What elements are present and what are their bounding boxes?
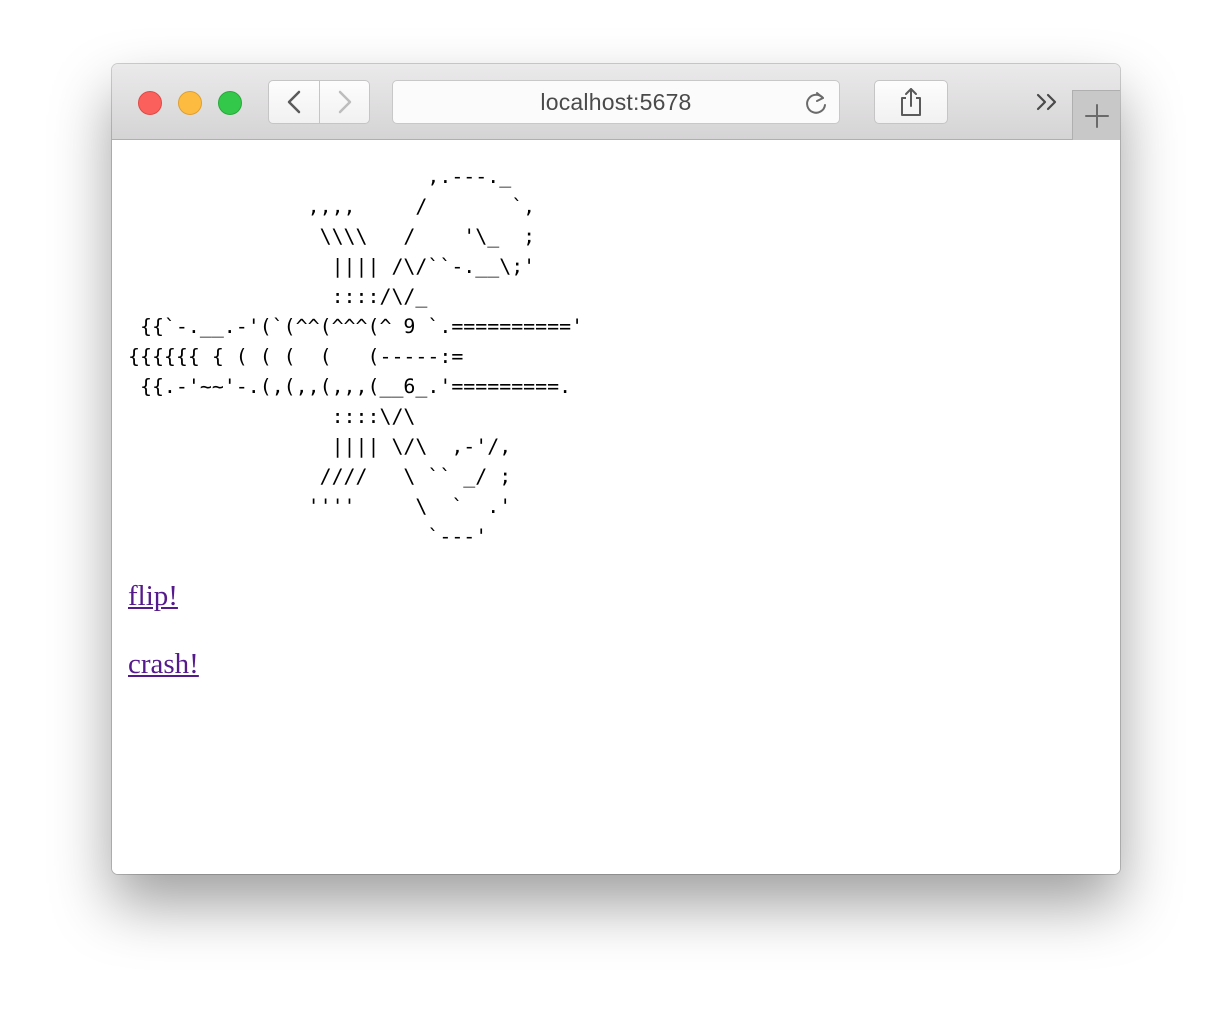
plus-icon xyxy=(1084,103,1109,128)
double-chevron-right-icon xyxy=(1036,93,1057,111)
back-button[interactable] xyxy=(268,80,320,124)
share-icon xyxy=(901,88,921,116)
reload-icon[interactable] xyxy=(803,90,829,116)
browser-window: localhost:5678 ,.---._ ,,,, / `, \\\\ / … xyxy=(112,64,1120,874)
more-toolbar-items-button[interactable] xyxy=(1033,88,1063,116)
new-tab-button[interactable] xyxy=(1072,90,1120,140)
forward-button[interactable] xyxy=(320,80,370,124)
chevron-left-icon xyxy=(287,90,301,114)
ascii-art-lobster: ,.---._ ,,,, / `, \\\\ / '\_ ; |||| /\/`… xyxy=(128,165,584,548)
page-content: ,.---._ ,,,, / `, \\\\ / '\_ ; |||| /\/`… xyxy=(112,140,1120,874)
flip-link[interactable]: flip! xyxy=(128,580,178,613)
minimize-window-button[interactable] xyxy=(178,91,202,115)
crash-link[interactable]: crash! xyxy=(128,648,199,681)
share-button[interactable] xyxy=(874,80,948,124)
address-bar[interactable]: localhost:5678 xyxy=(392,80,840,124)
maximize-window-button[interactable] xyxy=(218,91,242,115)
url-text: localhost:5678 xyxy=(540,88,692,115)
close-window-button[interactable] xyxy=(138,91,162,115)
browser-toolbar: localhost:5678 xyxy=(112,64,1120,140)
chevron-right-icon xyxy=(338,90,351,114)
